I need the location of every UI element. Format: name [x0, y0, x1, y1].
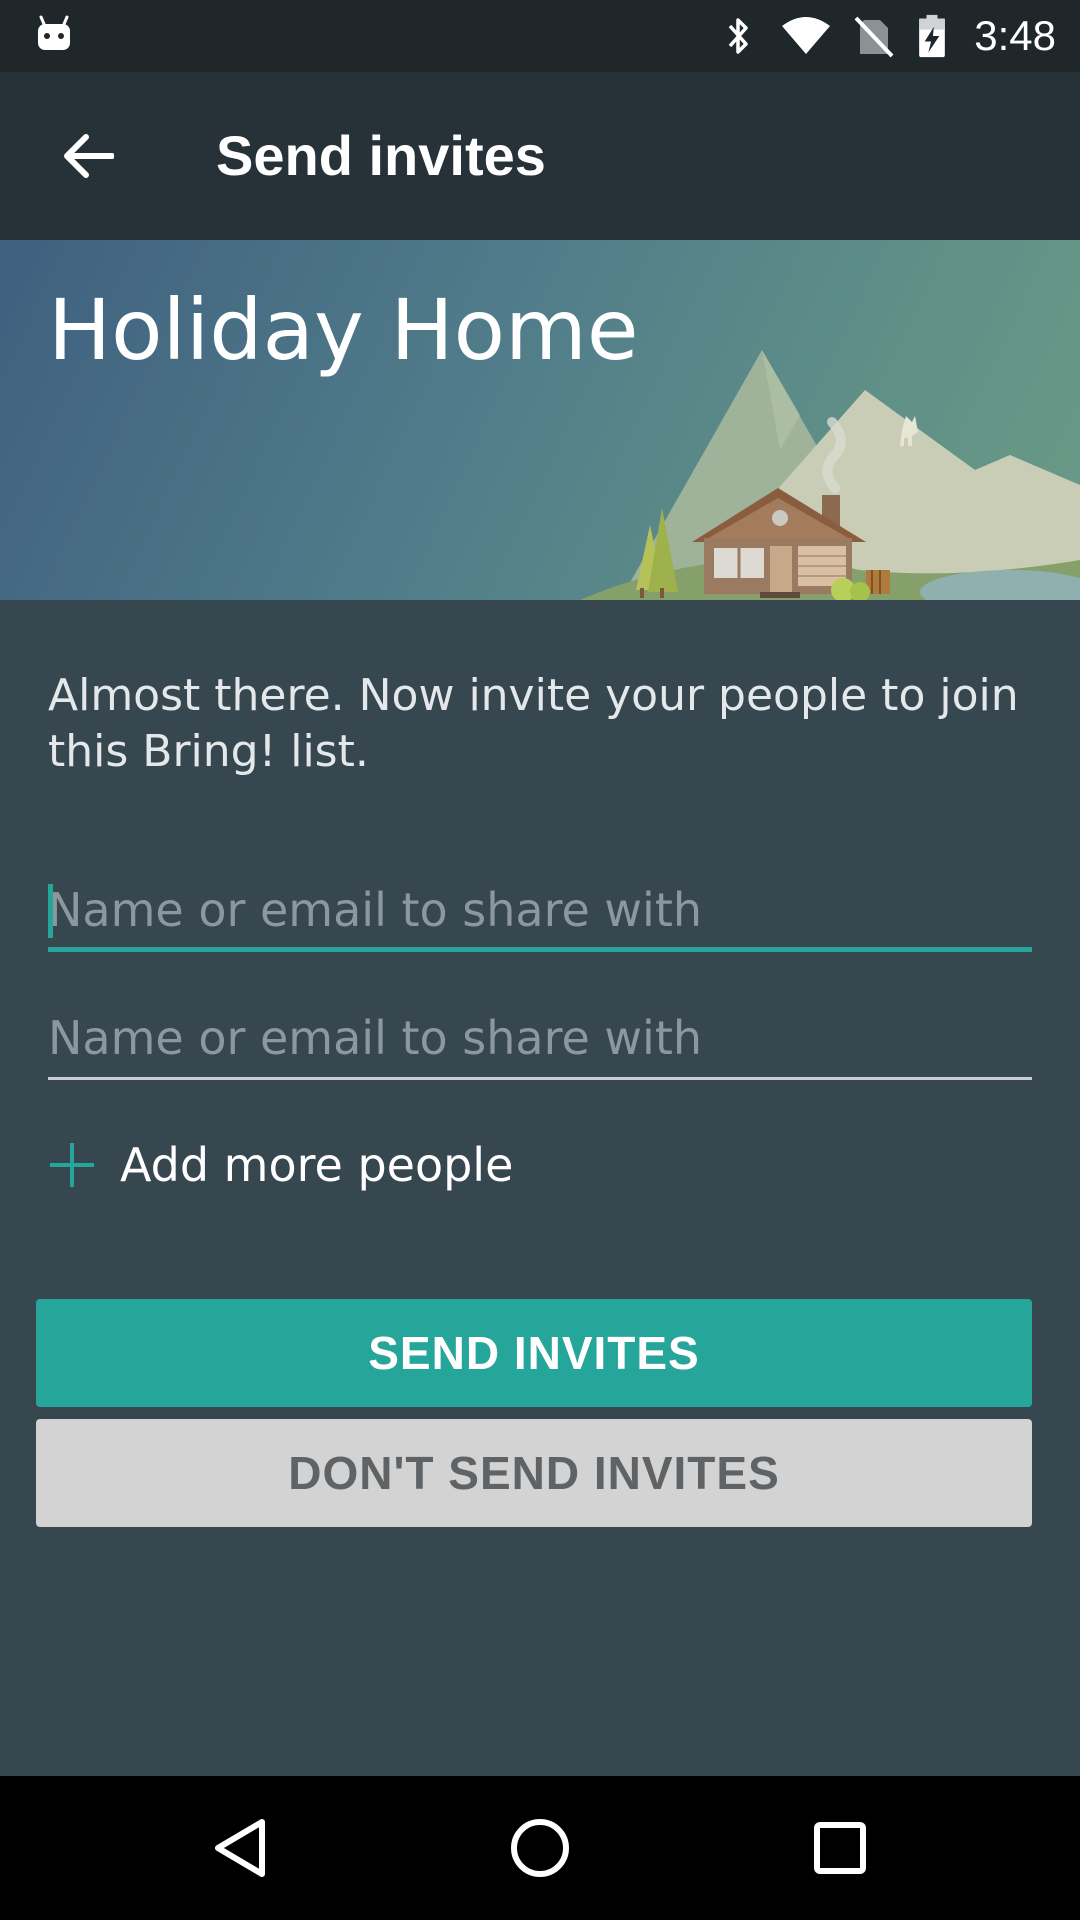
add-more-label: Add more people [120, 1138, 514, 1192]
nav-home-button[interactable] [500, 1812, 580, 1884]
page-title: Send invites [216, 124, 546, 187]
plus-icon [50, 1143, 94, 1187]
nav-recents-button[interactable] [800, 1812, 880, 1884]
nav-home-icon [511, 1819, 569, 1877]
nav-back-icon [215, 1819, 265, 1877]
send-invites-button[interactable]: SEND INVITES [36, 1299, 1032, 1407]
status-icons: 3:48 [718, 0, 1056, 72]
text-cursor [48, 884, 53, 938]
share-input-1[interactable] [48, 872, 1032, 948]
share-input-2[interactable] [48, 1000, 1032, 1076]
intro-text: Almost there. Now invite your people to … [48, 670, 1019, 777]
list-name: Holiday Home [48, 281, 639, 379]
nav-back-button[interactable] [200, 1812, 280, 1884]
arrow-back-icon [64, 134, 114, 178]
dont-send-invites-button[interactable]: DON'T SEND INVITES [36, 1419, 1032, 1527]
app-bar: Send invites [0, 72, 1080, 240]
system-nav-bar [0, 1776, 1080, 1920]
wifi-icon [782, 17, 831, 54]
share-field-1 [48, 872, 1032, 952]
battery-charging-icon [919, 14, 946, 58]
add-more-people-button[interactable]: Add more people [48, 1130, 513, 1200]
bluetooth-icon [728, 18, 748, 54]
field-underline-focused [48, 947, 1032, 952]
android-notification-icon [38, 15, 70, 50]
no-sim-icon [854, 16, 894, 58]
nav-recents-icon [814, 1822, 866, 1874]
field-underline [48, 1077, 1032, 1080]
screen: 3:48 Send invites Holiday Home Almost th… [0, 0, 1080, 1920]
list-header-banner: Holiday Home [0, 240, 1080, 600]
share-field-2 [48, 1000, 1032, 1080]
back-button[interactable] [40, 108, 136, 204]
status-time: 3:48 [974, 12, 1056, 59]
status-bar: 3:48 [0, 0, 1080, 72]
